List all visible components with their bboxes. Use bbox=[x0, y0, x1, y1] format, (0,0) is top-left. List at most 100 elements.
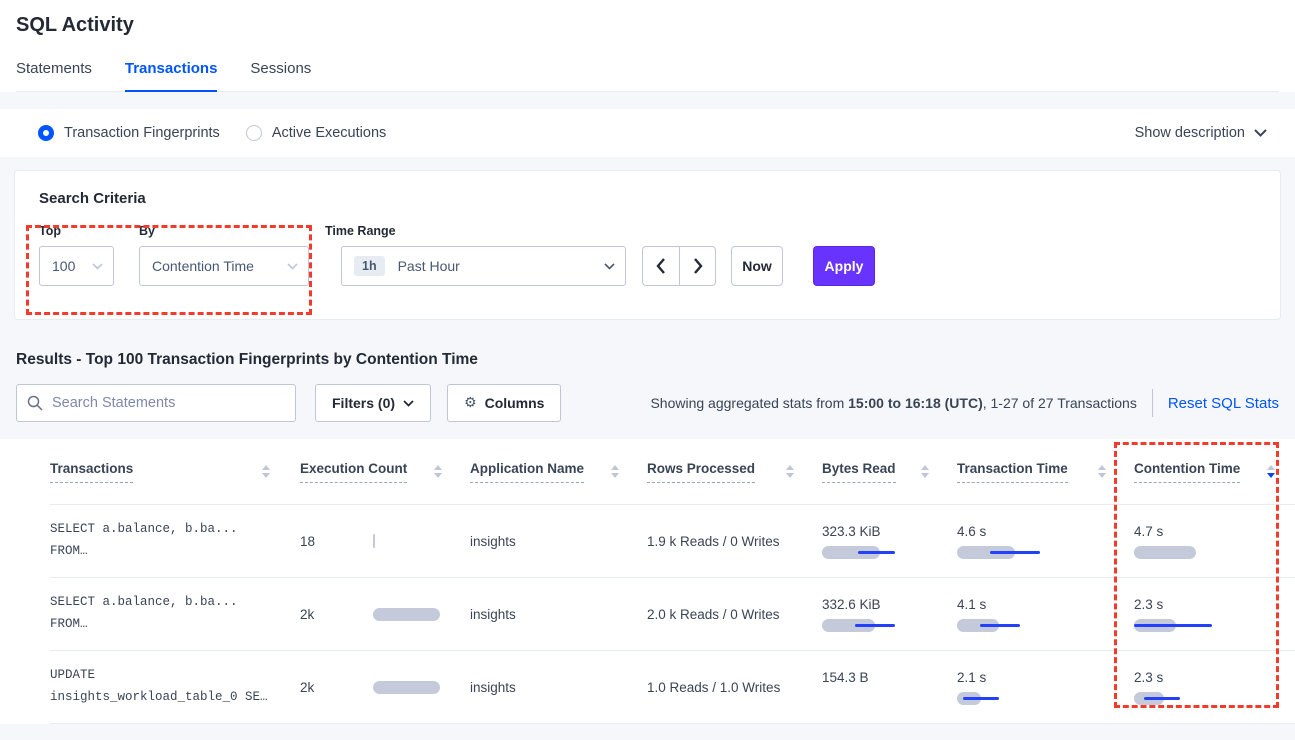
radio-label: Transaction Fingerprints bbox=[64, 125, 220, 141]
transaction-cell: SELECT a.balance, b.ba... FROM… bbox=[50, 578, 300, 650]
time-nav-group bbox=[642, 246, 716, 286]
tab-bar: Statements Transactions Sessions bbox=[16, 60, 1279, 92]
rows-processed-value: 1.9 k Reads / 0 Writes bbox=[647, 534, 780, 549]
radio-active-executions[interactable]: Active Executions bbox=[246, 125, 386, 141]
sort-icon bbox=[434, 465, 442, 478]
header-application-name[interactable]: Application Name bbox=[470, 461, 647, 483]
stats-suffix: , 1-27 of 27 Transactions bbox=[983, 395, 1137, 411]
search-criteria-title: Search Criteria bbox=[39, 190, 1256, 207]
contention-time-value: 4.7 s bbox=[1134, 524, 1224, 539]
reset-sql-stats-link[interactable]: Reset SQL Stats bbox=[1168, 395, 1279, 412]
tab-sessions[interactable]: Sessions bbox=[250, 60, 311, 91]
show-description-toggle[interactable]: Show description bbox=[1135, 125, 1267, 141]
header-rows-processed[interactable]: Rows Processed bbox=[647, 461, 822, 483]
gear-icon: ⚙ bbox=[464, 395, 477, 411]
stats-prefix: Showing aggregated stats from bbox=[650, 395, 848, 411]
sort-icon bbox=[921, 465, 929, 478]
by-label: By bbox=[139, 224, 309, 238]
rows-processed-value: 1.0 Reads / 1.0 Writes bbox=[647, 680, 780, 695]
sort-icon bbox=[1098, 465, 1106, 478]
contention-time-cell: 4.7 s bbox=[1134, 505, 1279, 577]
contention-time-cell: 2.3 s bbox=[1134, 651, 1279, 723]
execution-count-bar bbox=[373, 608, 440, 621]
application-value: insights bbox=[470, 534, 516, 549]
time-next-button[interactable] bbox=[679, 246, 716, 286]
radio-selected-icon bbox=[38, 125, 54, 141]
time-range-badge: 1h bbox=[354, 256, 385, 276]
contention-time-value: 2.3 s bbox=[1134, 597, 1224, 612]
top-field: Top 100 bbox=[39, 224, 114, 286]
bytes-read-value: 323.3 KiB bbox=[822, 524, 912, 539]
stats-range: 15:00 to 16:18 (UTC) bbox=[848, 395, 983, 411]
sort-icon bbox=[786, 465, 794, 478]
bytes-read-cell: 154.3 B bbox=[822, 651, 957, 723]
bytes-read-line bbox=[858, 551, 895, 554]
header-label: Transaction Time bbox=[957, 461, 1068, 483]
execution-count-cell: 2k bbox=[300, 651, 470, 723]
time-prev-button[interactable] bbox=[642, 246, 679, 286]
by-field: By Contention Time bbox=[139, 224, 309, 286]
apply-button[interactable]: Apply bbox=[813, 246, 875, 286]
execution-count-cell: 18 bbox=[300, 505, 470, 577]
filters-label: Filters (0) bbox=[332, 395, 395, 411]
radio-transaction-fingerprints[interactable]: Transaction Fingerprints bbox=[38, 125, 220, 141]
chevron-down-icon bbox=[403, 400, 414, 407]
radio-label: Active Executions bbox=[272, 125, 386, 141]
header-transaction-time[interactable]: Transaction Time bbox=[957, 461, 1134, 483]
stats-area: Showing aggregated stats from 15:00 to 1… bbox=[650, 389, 1279, 417]
sql-line-2: FROM… bbox=[50, 541, 238, 563]
rows-processed-cell: 1.0 Reads / 1.0 Writes bbox=[647, 651, 822, 723]
bytes-read-value: 154.3 B bbox=[822, 670, 912, 685]
application-value: insights bbox=[470, 607, 516, 622]
by-select[interactable]: Contention Time bbox=[139, 246, 309, 286]
results-heading: Results - Top 100 Transaction Fingerprin… bbox=[16, 351, 1279, 369]
transaction-time-value: 4.1 s bbox=[957, 597, 1047, 612]
table-row: UPDATE insights_workload_table_0 SE… 2k … bbox=[50, 651, 1295, 724]
execution-count-value: 2k bbox=[300, 607, 373, 622]
sql-line-1: UPDATE bbox=[50, 665, 268, 687]
transaction-link[interactable]: UPDATE insights_workload_table_0 SE… bbox=[50, 665, 268, 709]
application-value: insights bbox=[470, 680, 516, 695]
transaction-time-cell: 4.1 s bbox=[957, 578, 1134, 650]
top-select[interactable]: 100 bbox=[39, 246, 114, 286]
transaction-link[interactable]: SELECT a.balance, b.ba... FROM… bbox=[50, 519, 238, 563]
top-value: 100 bbox=[52, 258, 75, 274]
vertical-divider bbox=[1152, 389, 1153, 417]
bytes-read-value: 332.6 KiB bbox=[822, 597, 912, 612]
search-input[interactable] bbox=[52, 395, 285, 411]
page-title: SQL Activity bbox=[16, 14, 1279, 37]
transaction-time-value: 4.6 s bbox=[957, 524, 1047, 539]
application-cell: insights bbox=[470, 578, 647, 650]
radio-unselected-icon bbox=[246, 125, 262, 141]
execution-count-cell: 2k bbox=[300, 578, 470, 650]
sort-icon-active-desc bbox=[1267, 465, 1275, 478]
top-label: Top bbox=[39, 224, 114, 238]
table-row: SELECT a.balance, b.ba... FROM… 18 insig… bbox=[50, 505, 1295, 578]
results-controls: Filters (0) ⚙ Columns Showing aggregated… bbox=[16, 384, 1279, 422]
sort-icon bbox=[611, 465, 619, 478]
chevron-right-icon bbox=[693, 258, 703, 274]
columns-button[interactable]: ⚙ Columns bbox=[447, 384, 561, 422]
table-row: SELECT a.balance, b.ba... FROM… 2k insig… bbox=[50, 578, 1295, 651]
time-range-field: Time Range 1h Past Hour bbox=[325, 224, 626, 286]
transaction-time-value: 2.1 s bbox=[957, 670, 1047, 685]
filters-button[interactable]: Filters (0) bbox=[315, 384, 431, 422]
rows-processed-cell: 2.0 k Reads / 0 Writes bbox=[647, 578, 822, 650]
tab-transactions[interactable]: Transactions bbox=[125, 60, 218, 92]
transaction-time-line bbox=[980, 624, 1020, 627]
transaction-link[interactable]: SELECT a.balance, b.ba... FROM… bbox=[50, 592, 238, 636]
sql-line-1: SELECT a.balance, b.ba... bbox=[50, 592, 238, 614]
bytes-read-cell: 332.6 KiB bbox=[822, 578, 957, 650]
rows-processed-cell: 1.9 k Reads / 0 Writes bbox=[647, 505, 822, 577]
execution-count-value: 2k bbox=[300, 680, 373, 695]
chevron-left-icon bbox=[656, 258, 666, 274]
sql-line-2: FROM… bbox=[50, 614, 238, 636]
header-transactions[interactable]: Transactions bbox=[50, 461, 300, 483]
tab-statements[interactable]: Statements bbox=[16, 60, 92, 91]
header-contention-time[interactable]: Contention Time bbox=[1134, 461, 1279, 483]
header-execution-count[interactable]: Execution Count bbox=[300, 461, 470, 483]
time-range-value: Past Hour bbox=[398, 258, 460, 274]
time-range-select[interactable]: 1h Past Hour bbox=[341, 246, 626, 286]
header-bytes-read[interactable]: Bytes Read bbox=[822, 461, 957, 483]
now-button[interactable]: Now bbox=[731, 246, 783, 286]
